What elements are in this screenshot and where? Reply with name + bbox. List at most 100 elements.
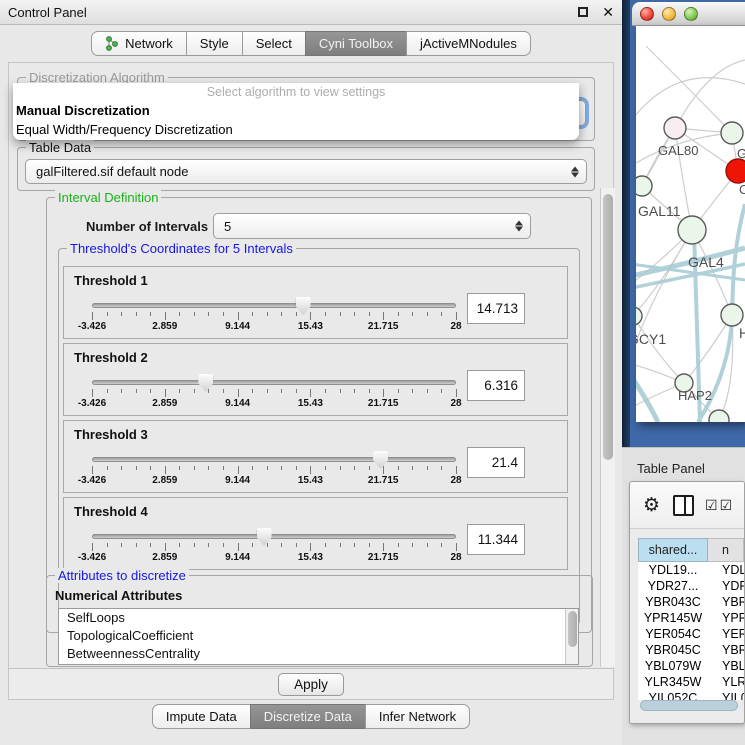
attribute-item-topologicalcoefficient[interactable]: TopologicalCoefficient (59, 627, 578, 645)
table-row[interactable]: YIL052CYIL0 (638, 690, 744, 700)
cell-shared-name: YDR27... (638, 578, 708, 594)
attribute-item-selfloops[interactable]: SelfLoops (59, 609, 578, 627)
table-data-combobox[interactable]: galFiltered.sif default node (25, 159, 587, 184)
zoom-traffic-light-icon[interactable] (684, 7, 698, 21)
threshold-card-2: Threshold 2 -3.4262.8599.14415.4321.71528… (63, 343, 568, 416)
column-header-name[interactable]: n (708, 538, 744, 562)
node-label-gal4: GAL4 (688, 254, 724, 270)
slider-tick-labels: -3.4262.8599.14415.4321.71528 (92, 552, 456, 565)
minimize-traffic-light-icon[interactable] (662, 7, 676, 21)
table-row[interactable]: YER054CYER0 (638, 626, 744, 642)
apply-button[interactable]: Apply (278, 673, 344, 696)
attribute-item-betweennesscentrality[interactable]: BetweennessCentrality (59, 645, 578, 663)
numerical-attributes-heading: Numerical Attributes (55, 588, 182, 603)
threshold-value-field[interactable]: 6.316 (467, 370, 525, 401)
tab-label: Impute Data (166, 709, 237, 724)
threshold-label: Threshold 3 (74, 427, 148, 442)
tab-impute-data[interactable]: Impute Data (152, 704, 251, 729)
slider-tick-labels: -3.4262.8599.14415.4321.71528 (92, 398, 456, 411)
control-panel-tabbar: Network Style Select Cyni Toolbox jActiveMNo… (0, 31, 622, 56)
table-horizontal-scrollbar[interactable] (640, 700, 738, 711)
table-data-selected: galFiltered.sif default node (36, 164, 188, 179)
table-panel-title: Table Panel (637, 461, 705, 476)
cell-shared-name: YBR045C (638, 642, 708, 658)
cell-shared-name: YER054C (638, 626, 708, 642)
algorithm-option-equal-width-frequency-discretization[interactable]: Equal Width/Frequency Discretization (13, 120, 579, 139)
table-row[interactable]: YLR345WYLR3 (638, 674, 744, 690)
threshold-value-field[interactable]: 14.713 (467, 293, 525, 324)
tab-network[interactable]: Network (91, 31, 187, 56)
table-data-group: Table Data galFiltered.sif default node (17, 147, 595, 191)
threshold-card-1: Threshold 1 -3.4262.8599.14415.4321.71528… (63, 266, 568, 339)
network-canvas[interactable]: GAL80 G C GAL11 GAL4 GCY1 H HAP2 (636, 26, 745, 422)
number-of-intervals-combobox[interactable]: 5 (213, 213, 531, 239)
threshold-slider-track[interactable] (92, 534, 456, 539)
cell-name: YDL1 (708, 562, 744, 578)
tab-label: Discretize Data (264, 709, 352, 724)
tab-label: jActiveMNodules (420, 36, 517, 51)
threshold-label: Threshold 4 (74, 504, 148, 519)
group-title: Table Data (26, 140, 94, 155)
node-label-gal80: GAL80 (658, 143, 698, 158)
table-row[interactable]: YDL19...YDL1 (638, 562, 744, 578)
table-panel: Table Panel ⚙ ☑ ☑ shared... n YDL19...YD… (622, 447, 745, 745)
network-view-window: GAL80 G C GAL11 GAL4 GCY1 H HAP2 (630, 0, 745, 447)
group-title: Interval Definition (55, 190, 161, 205)
threshold-slider-track[interactable] (92, 380, 456, 385)
tab-cyni-toolbox[interactable]: Cyni Toolbox (305, 31, 407, 56)
tab-select[interactable]: Select (242, 31, 306, 56)
tab-style[interactable]: Style (186, 31, 243, 56)
cell-name: YBL0 (708, 658, 744, 674)
control-panel: Control Panel ✕ NetworkStyleSelectCyni T… (0, 0, 622, 745)
close-icon[interactable]: ✕ (602, 7, 614, 17)
node-label-partial-h: H (739, 325, 745, 341)
table-toolbar: ⚙ ☑ ☑ (630, 482, 744, 529)
number-of-intervals-value: 5 (224, 219, 231, 234)
close-traffic-light-icon[interactable] (640, 7, 654, 21)
table-row[interactable]: YBL079WYBL0 (638, 658, 744, 674)
tab-label: Infer Network (379, 709, 456, 724)
gear-icon[interactable]: ⚙ (643, 496, 660, 515)
checkbox-icon[interactable]: ☑ (720, 498, 733, 512)
algorithm-option-manual-discretization[interactable]: Manual Discretization (13, 101, 579, 120)
table-header-row: shared... n (638, 538, 744, 562)
columns-icon[interactable] (673, 495, 694, 516)
table-row[interactable]: YBR045CYBR0 (638, 642, 744, 658)
threshold-slider-track[interactable] (92, 303, 456, 308)
slider-tick-labels: -3.4262.8599.14415.4321.71528 (92, 475, 456, 488)
tab-discretize-data[interactable]: Discretize Data (250, 704, 366, 729)
cell-name: YPR1 (708, 610, 744, 626)
numerical-attributes-list[interactable]: SelfLoopsTopologicalCoefficientBetweenne… (58, 608, 579, 665)
table-row[interactable]: YPR145WYPR1 (638, 610, 744, 626)
column-header-shared-name[interactable]: shared... (638, 538, 708, 562)
attributes-group: Attributes to discretize Numerical Attri… (46, 575, 593, 667)
tab-infer-network[interactable]: Infer Network (365, 704, 470, 729)
cell-name: YER0 (708, 626, 744, 642)
threshold-value-field[interactable]: 11.344 (467, 524, 525, 555)
algorithm-dropdown-popup: Select algorithm to view settingsManual … (13, 83, 579, 140)
tab-label: Cyni Toolbox (319, 36, 393, 51)
combo-arrows-icon (515, 221, 523, 232)
attributes-scrollbar[interactable] (565, 609, 578, 664)
group-title: Attributes to discretize (55, 568, 189, 583)
table-row[interactable]: YDR27...YDR2 (638, 578, 744, 594)
threshold-value-field[interactable]: 21.4 (467, 447, 525, 478)
popup-placeholder: Select algorithm to view settings (13, 83, 579, 101)
slider-tick-labels: -3.4262.8599.14415.4321.71528 (92, 321, 456, 334)
threshold-label: Threshold 2 (74, 350, 148, 365)
threshold-slider-track[interactable] (92, 457, 456, 462)
float-window-icon[interactable] (578, 7, 588, 17)
checkbox-icon[interactable]: ☑ (705, 498, 718, 512)
cell-shared-name: YBR043C (638, 594, 708, 610)
cell-name: YDR2 (708, 578, 744, 594)
table-row[interactable]: YBR043CYBR0 (638, 594, 744, 610)
tab-jactivemnodules[interactable]: jActiveMNodules (406, 31, 531, 56)
panel-scrollbar[interactable] (600, 188, 615, 667)
number-of-intervals-label: Number of Intervals (86, 219, 208, 234)
tab-label: Style (200, 36, 229, 51)
threshold-label: Threshold 1 (74, 273, 148, 288)
node-attribute-table: shared... n YDL19...YDL1YDR27...YDR2YBR0… (638, 538, 744, 700)
apply-zone: Apply (9, 668, 613, 699)
combo-arrows-icon (571, 166, 579, 177)
threshold-card-3: Threshold 3 -3.4262.8599.14415.4321.71528… (63, 420, 568, 493)
